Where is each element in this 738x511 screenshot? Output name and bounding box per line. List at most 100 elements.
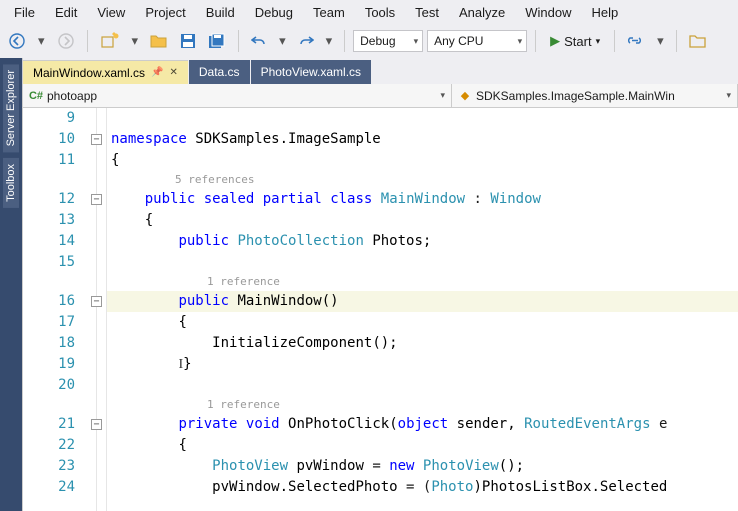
undo-dropdown[interactable]: ▾ <box>275 29 290 53</box>
line-number: 24 <box>23 477 75 498</box>
redo-button[interactable] <box>294 29 318 53</box>
code-line[interactable]: { <box>107 210 738 231</box>
line-number: 19 <box>23 354 75 375</box>
play-icon: ▶ <box>550 33 560 49</box>
outline-toggle[interactable]: − <box>91 194 102 205</box>
nav-forward-button[interactable] <box>53 29 79 53</box>
toolbar-separator <box>535 30 536 52</box>
code-line[interactable]: { <box>107 150 738 171</box>
toolbar: ▾ ▾ ▾ ▾ Debug Any CPU ▶ Start ▾ ▾ <box>0 24 738 58</box>
nav-forward-icon <box>57 32 75 50</box>
menu-file[interactable]: File <box>4 3 45 22</box>
class-icon: ◆ <box>458 89 472 103</box>
toolbar-separator <box>676 30 677 52</box>
editor: MainWindow.xaml.cs 📌 ✕ Data.csPhotoView.xam… <box>22 58 738 511</box>
menu-project[interactable]: Project <box>135 3 195 22</box>
code-line[interactable]: namespace SDKSamples.ImageSample <box>107 129 738 150</box>
save-button[interactable] <box>176 29 200 53</box>
code-editor[interactable]: 9101112131415161718192021222324 −−−− nam… <box>23 108 738 511</box>
code-line[interactable]: private void OnPhotoClick(object sender,… <box>107 414 738 435</box>
server-explorer-tab[interactable]: Server Explorer <box>3 64 19 152</box>
toolbar-separator <box>344 30 345 52</box>
open-file-icon <box>150 33 168 49</box>
nav-back-icon <box>8 32 26 50</box>
line-number: 11 <box>23 150 75 171</box>
code-line[interactable] <box>107 252 738 273</box>
menu-test[interactable]: Test <box>405 3 449 22</box>
code-line[interactable]: I} <box>107 354 738 375</box>
find-in-files-button[interactable] <box>685 29 711 53</box>
line-number: 20 <box>23 375 75 396</box>
toolbar-separator <box>87 30 88 52</box>
line-number: 14 <box>23 231 75 252</box>
redo-icon <box>298 34 314 48</box>
solution-platform-value: Any CPU <box>434 34 483 48</box>
nav-project-value: photoapp <box>47 89 97 103</box>
nav-back-button[interactable] <box>4 29 30 53</box>
new-project-icon <box>100 32 120 50</box>
outline-toggle[interactable]: − <box>91 296 102 307</box>
menu-team[interactable]: Team <box>303 3 355 22</box>
browser-link-button[interactable] <box>623 29 649 53</box>
menu-analyze[interactable]: Analyze <box>449 3 515 22</box>
menu-edit[interactable]: Edit <box>45 3 87 22</box>
document-tab[interactable]: MainWindow.xaml.cs 📌 ✕ <box>23 60 188 84</box>
menu-build[interactable]: Build <box>196 3 245 22</box>
nav-back-dropdown[interactable]: ▾ <box>34 29 49 53</box>
outlining-margin[interactable]: − − − − <box>87 108 107 511</box>
outline-toggle[interactable]: − <box>91 134 102 145</box>
code-line[interactable]: { <box>107 435 738 456</box>
document-tab-label: MainWindow.xaml.cs <box>33 66 145 80</box>
undo-button[interactable] <box>247 29 271 53</box>
code-line[interactable]: public sealed partial class MainWindow :… <box>107 189 738 210</box>
line-number: 17 <box>23 312 75 333</box>
code-line[interactable]: public MainWindow() <box>107 291 738 312</box>
code-line[interactable]: PhotoView pvWindow = new PhotoView(); <box>107 456 738 477</box>
menu-debug[interactable]: Debug <box>245 3 303 22</box>
new-project-dropdown[interactable]: ▾ <box>128 29 143 53</box>
new-project-button[interactable] <box>96 29 124 53</box>
start-label: Start <box>564 34 591 49</box>
nav-type-value: SDKSamples.ImageSample.MainWin <box>476 89 675 103</box>
document-tab[interactable]: Data.cs <box>189 60 250 84</box>
code-line[interactable]: InitializeComponent(); <box>107 333 738 354</box>
code-line[interactable] <box>107 108 738 129</box>
codelens-references[interactable]: 1 reference <box>107 273 738 291</box>
toolbox-tab[interactable]: Toolbox <box>3 158 19 208</box>
save-all-icon <box>208 33 226 49</box>
code-line[interactable]: { <box>107 312 738 333</box>
side-tab-well: Server Explorer Toolbox <box>0 58 22 511</box>
outline-toggle[interactable]: − <box>91 419 102 430</box>
start-debug-button[interactable]: ▶ Start ▾ <box>544 29 606 53</box>
line-number: 13 <box>23 210 75 231</box>
line-number: 16 <box>23 291 75 312</box>
line-number: 23 <box>23 456 75 477</box>
line-number: 10 <box>23 129 75 150</box>
open-file-button[interactable] <box>146 29 172 53</box>
nav-project-dropdown[interactable]: C# photoapp <box>23 84 452 107</box>
browser-link-dropdown[interactable]: ▾ <box>653 29 668 53</box>
csharp-icon: C# <box>29 89 43 103</box>
code-line[interactable]: pvWindow.SelectedPhoto = (Photo)PhotosLi… <box>107 477 738 498</box>
code-line[interactable]: public PhotoCollection Photos; <box>107 231 738 252</box>
code-line[interactable] <box>107 375 738 396</box>
codelens-references[interactable]: 5 references <box>107 171 738 189</box>
save-icon <box>180 33 196 49</box>
code-content[interactable]: namespace SDKSamples.ImageSample{5 refer… <box>107 108 738 511</box>
codelens-references[interactable]: 1 reference <box>107 396 738 414</box>
menu-help[interactable]: Help <box>582 3 629 22</box>
nav-type-dropdown[interactable]: ◆ SDKSamples.ImageSample.MainWin <box>452 84 738 107</box>
folder-icon <box>689 33 707 49</box>
redo-dropdown[interactable]: ▾ <box>322 29 337 53</box>
close-icon[interactable]: ✕ <box>169 67 177 78</box>
solution-platform-dropdown[interactable]: Any CPU <box>427 30 527 52</box>
menu-tools[interactable]: Tools <box>355 3 405 22</box>
solution-config-dropdown[interactable]: Debug <box>353 30 423 52</box>
save-all-button[interactable] <box>204 29 230 53</box>
toolbar-separator <box>614 30 615 52</box>
document-tab[interactable]: PhotoView.xaml.cs <box>251 60 372 84</box>
pin-icon[interactable]: 📌 <box>151 67 163 78</box>
menu-view[interactable]: View <box>87 3 135 22</box>
menu-bar: File Edit View Project Build Debug Team … <box>0 0 738 24</box>
menu-window[interactable]: Window <box>515 3 581 22</box>
